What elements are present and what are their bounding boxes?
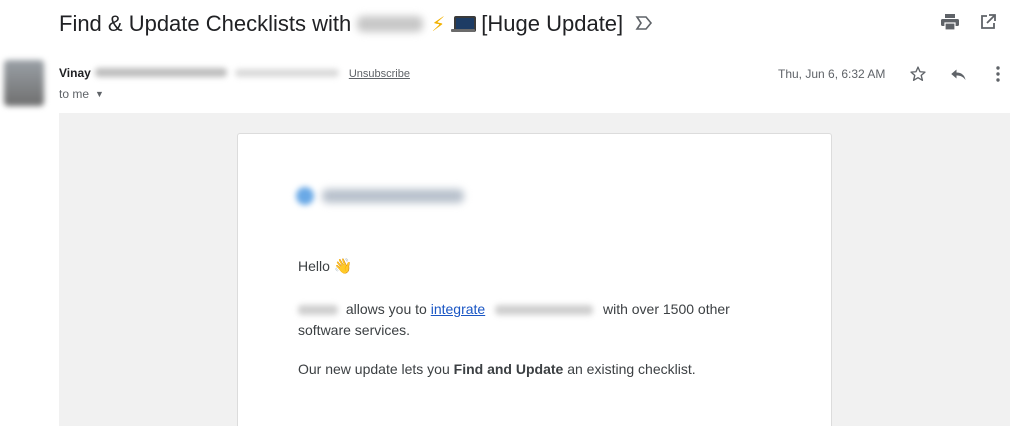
email-subject: Find & Update Checklists with ⚡ [Huge Up… [59,9,653,39]
integrate-link[interactable]: integrate [431,301,485,317]
redacted-sender-email [234,69,339,77]
sender-avatar[interactable] [4,60,44,106]
update-text-end: an existing checklist. [567,361,696,377]
open-in-new-window-icon[interactable] [978,12,998,32]
star-icon[interactable] [908,64,928,84]
laptop-icon [451,15,477,33]
lightning-icon: ⚡ [431,12,446,36]
unsubscribe-link[interactable]: Unsubscribe [349,68,410,80]
recipient-details[interactable]: to me ▼ [59,87,104,101]
redacted-sender-details [94,68,227,77]
brand-logo [296,187,464,205]
to-me-label: to me [59,87,90,101]
reply-icon[interactable] [948,64,968,84]
more-vert-icon[interactable] [988,64,1008,84]
redacted-product-name [495,305,594,316]
intro-text-start: allows you to [345,301,427,317]
wave-icon: 👋 [333,257,353,275]
greeting: Hello 👋 [298,256,768,277]
message-date: Thu, Jun 6, 6:32 AM [778,67,886,81]
subject-suffix: [Huge Update] [481,11,624,36]
message-actions [908,64,1008,84]
redacted-app-name [298,305,338,316]
redacted-logo-text [322,189,464,203]
subject-prefix: Find & Update Checklists with [59,11,352,36]
update-text-start: Our new update lets you [298,361,450,377]
sender-line: Vinay Unsubscribe [59,66,410,80]
email-content: Hello 👋 allows you to integrate with ove… [298,256,768,398]
important-label-icon[interactable] [635,14,653,35]
paragraph-intro: allows you to integrate with over 1500 o… [298,299,768,341]
sender-name[interactable]: Vinay [59,66,91,80]
logo-mark-icon [296,187,314,205]
thread-toolbar [940,12,998,32]
update-text-bold: Find and Update [453,361,564,377]
redacted-app-name [357,16,424,32]
email-card: Hello 👋 allows you to integrate with ove… [237,133,832,426]
paragraph-update: Our new update lets you Find and Update … [298,359,768,380]
print-icon[interactable] [940,12,960,32]
chevron-down-icon[interactable]: ▼ [95,89,104,99]
greeting-text: Hello [298,258,330,274]
email-body-background: Hello 👋 allows you to integrate with ove… [59,113,1010,426]
